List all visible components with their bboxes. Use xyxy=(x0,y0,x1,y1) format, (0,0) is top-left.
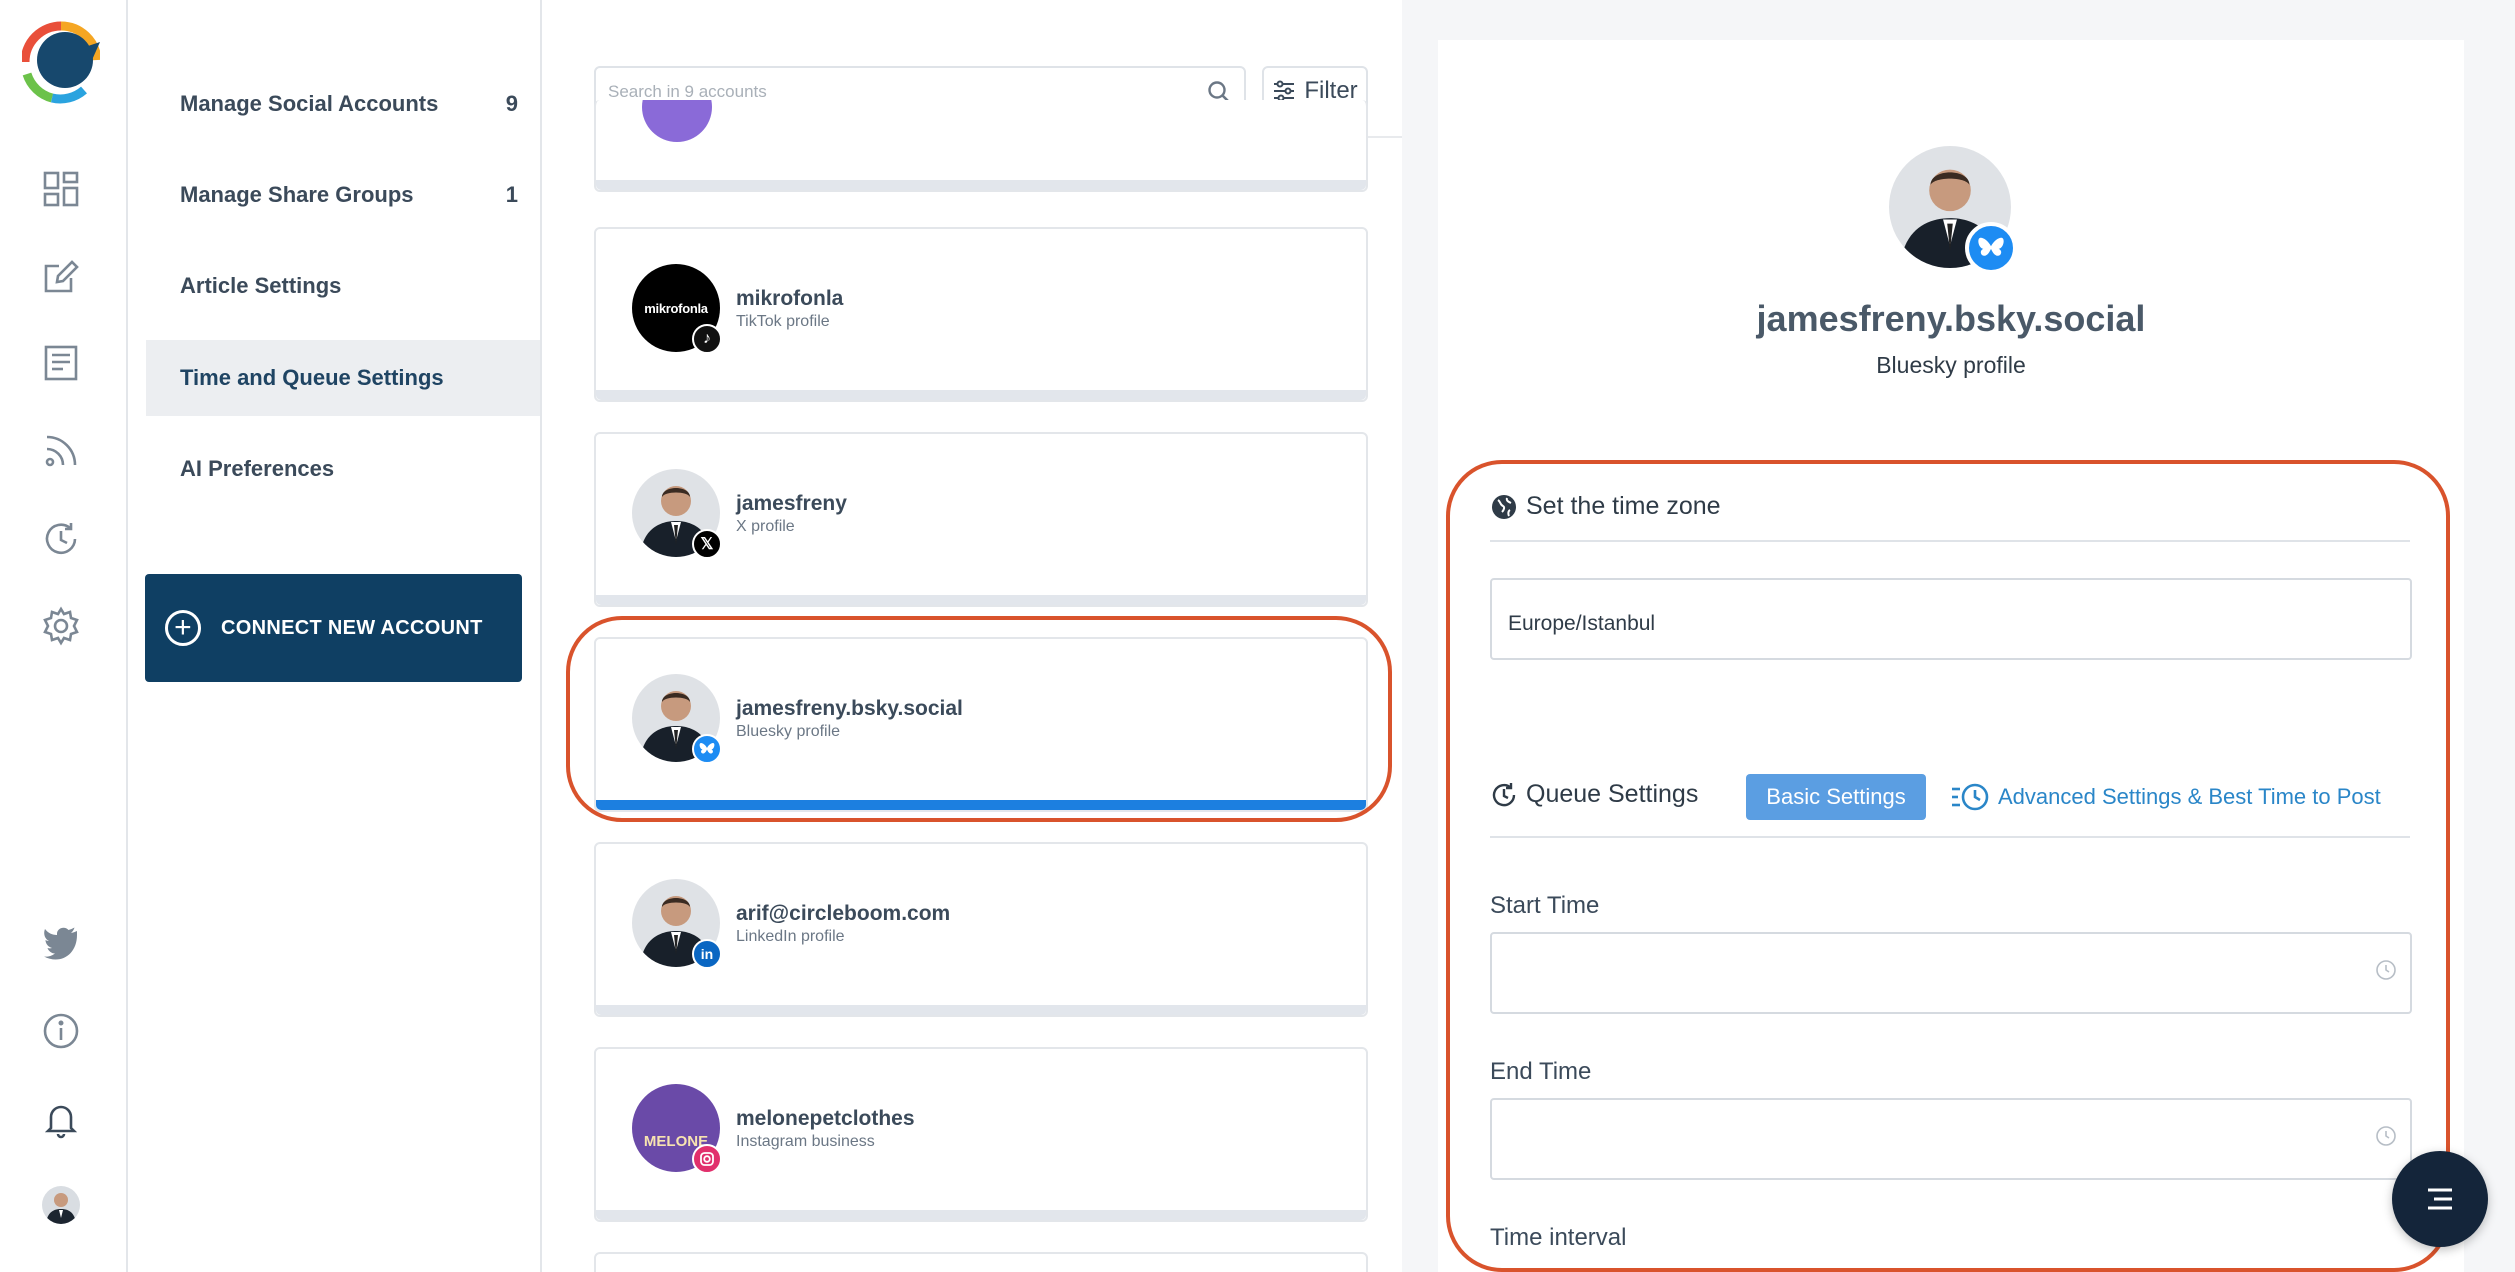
card-bar xyxy=(596,390,1366,400)
menu-item-article-settings[interactable]: Article Settings xyxy=(146,248,540,324)
settings-icon[interactable] xyxy=(38,603,84,649)
account-avatar: mikrofonla ♪ xyxy=(632,264,722,354)
bluesky-butterfly-icon xyxy=(1965,222,2017,274)
globe-icon xyxy=(1492,494,1516,519)
queue-title-text: Queue Settings xyxy=(1526,780,1699,808)
settings-panel: jamesfreny.bsky.social Bluesky profile S… xyxy=(1438,40,2464,1272)
account-avatar: 𝕏 xyxy=(632,469,722,559)
account-type: TikTok profile xyxy=(736,313,830,330)
account-avatar: in xyxy=(632,879,722,969)
menu-fab-button[interactable] xyxy=(2392,1151,2488,1247)
card-bar xyxy=(596,1005,1366,1015)
selected-bar xyxy=(596,800,1366,810)
profile-type: Bluesky profile xyxy=(1876,352,2026,378)
timezone-select[interactable]: Europe/Istanbul xyxy=(1490,578,2412,660)
account-name: mikrofonla xyxy=(736,287,844,310)
menu-item-ai-preferences[interactable]: AI Preferences xyxy=(146,431,540,507)
timezone-value: Europe/Istanbul xyxy=(1508,612,1656,635)
menu-item-label: Manage Social Accounts xyxy=(180,91,439,116)
account-card[interactable]: 𝕏 jamesfreny X profile xyxy=(594,432,1368,607)
icon-rail xyxy=(0,0,128,1272)
menu-item-label: Time and Queue Settings xyxy=(180,365,444,390)
clock-icon xyxy=(2376,1126,2396,1146)
account-card-partial[interactable] xyxy=(594,1252,1368,1272)
avatar-logo-text: mikrofonla xyxy=(644,300,708,316)
menu-item-label: Manage Share Groups xyxy=(180,182,414,207)
account-name: jamesfreny.bsky.social xyxy=(736,697,963,720)
card-bar xyxy=(596,595,1366,605)
share-groups-count: 1 xyxy=(505,182,518,207)
account-name: arif@circleboom.com xyxy=(736,902,951,925)
accounts-count: 9 xyxy=(505,91,518,116)
advanced-settings-tab[interactable]: Advanced Settings & Best Time to Post xyxy=(1950,774,2381,820)
menu-item-manage-social-accounts[interactable]: Manage Social Accounts 9 xyxy=(146,66,540,142)
queue-icon xyxy=(1492,782,1516,806)
articles-icon[interactable] xyxy=(38,340,84,386)
connect-new-account-button[interactable]: + CONNECT NEW ACCOUNT xyxy=(145,574,522,682)
time-interval-label: Time interval xyxy=(1490,1224,1627,1251)
end-time-input[interactable] xyxy=(1490,1098,2412,1180)
clock-icon xyxy=(2376,960,2396,980)
basic-settings-tab[interactable]: Basic Settings xyxy=(1746,774,1926,820)
connect-label: CONNECT NEW ACCOUNT xyxy=(221,616,483,639)
account-card[interactable]: mikrofonla ♪ mikrofonla TikTok profile xyxy=(594,227,1368,402)
menu-item-manage-share-groups[interactable]: Manage Share Groups 1 xyxy=(146,157,540,233)
queue-icon[interactable] xyxy=(38,516,84,562)
linkedin-icon: in xyxy=(692,939,722,969)
info-icon[interactable] xyxy=(38,1008,84,1054)
divider xyxy=(1490,836,2410,838)
twitter-icon[interactable] xyxy=(38,918,84,964)
x-icon: 𝕏 xyxy=(692,529,722,559)
tiktok-icon: ♪ xyxy=(692,324,722,354)
menu-item-label: Article Settings xyxy=(180,273,342,298)
avatar[interactable] xyxy=(42,1186,80,1224)
timezone-title-text: Set the time zone xyxy=(1526,492,1721,520)
account-card-partial[interactable] xyxy=(594,100,1368,192)
start-time-input[interactable] xyxy=(1490,932,2412,1014)
menu-item-time-and-queue-settings[interactable]: Time and Queue Settings xyxy=(146,340,540,416)
divider xyxy=(1490,540,2410,542)
end-time-label: End Time xyxy=(1490,1058,1592,1085)
clock-list-icon xyxy=(1952,783,1989,811)
instagram-icon xyxy=(692,1144,722,1174)
accounts-list-panel: Filter mikrofonla ♪ mikrofonla TikTok pr… xyxy=(542,0,1402,1272)
dashboard-icon[interactable] xyxy=(38,166,84,212)
rss-icon[interactable] xyxy=(38,428,84,474)
account-card[interactable]: in arif@circleboom.com LinkedIn profile xyxy=(594,842,1368,1017)
card-bar xyxy=(596,1210,1366,1220)
bluesky-butterfly-icon xyxy=(692,734,722,764)
menu-item-label: AI Preferences xyxy=(180,456,335,481)
logo-icon[interactable] xyxy=(20,20,102,104)
timezone-section-title: Set the time zone xyxy=(1490,492,1721,521)
account-name: melonepetclothes xyxy=(736,1107,915,1130)
account-type: Bluesky profile xyxy=(736,723,841,740)
account-card-selected[interactable]: jamesfreny.bsky.social Bluesky profile xyxy=(594,637,1368,812)
compose-icon[interactable] xyxy=(38,253,84,299)
card-bar xyxy=(596,180,1366,190)
account-avatar: MELONE xyxy=(632,1084,722,1174)
queue-section-title: Queue Settings xyxy=(1490,780,1698,809)
avatar xyxy=(642,100,712,144)
account-avatar xyxy=(632,674,722,764)
menu-icon xyxy=(2428,1188,2452,1210)
plus-circle-icon: + xyxy=(165,610,201,646)
account-type: X profile xyxy=(736,518,795,535)
profile-name: jamesfreny.bsky.social xyxy=(1756,298,2146,339)
settings-menu: Manage Social Accounts 9 Manage Share Gr… xyxy=(128,0,542,1272)
account-name: jamesfreny xyxy=(736,492,847,515)
account-card[interactable]: MELONE melonepetclothes Instagram busine… xyxy=(594,1047,1368,1222)
start-time-label: Start Time xyxy=(1490,892,1600,919)
advanced-settings-label: Advanced Settings & Best Time to Post xyxy=(1998,784,2381,809)
profile-avatar xyxy=(1889,146,2017,274)
account-type: Instagram business xyxy=(736,1133,875,1150)
bell-icon[interactable] xyxy=(38,1096,84,1142)
account-type: LinkedIn profile xyxy=(736,928,845,945)
